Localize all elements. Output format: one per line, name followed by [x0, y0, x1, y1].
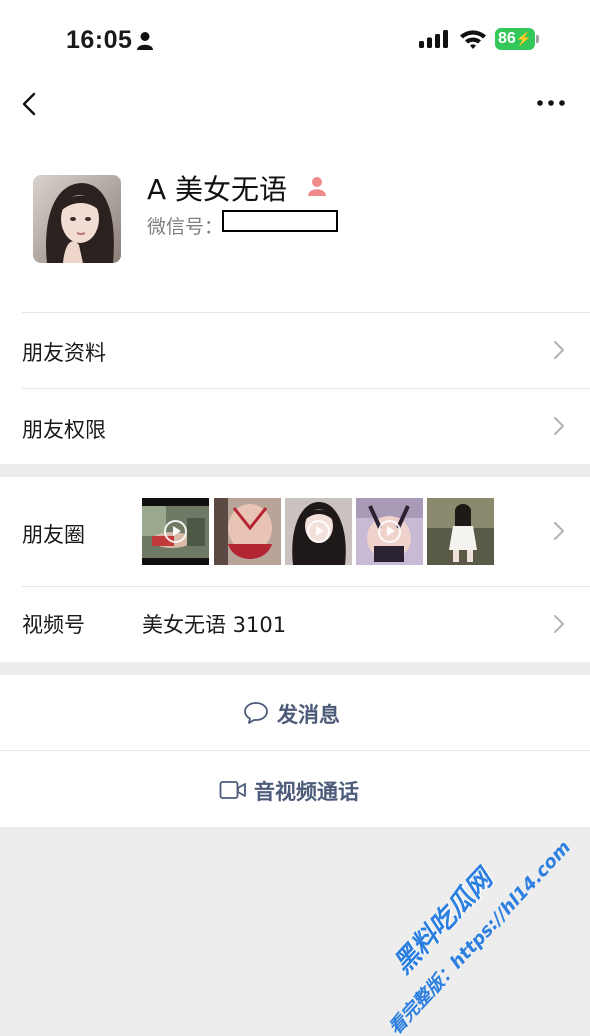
- avatar[interactable]: [33, 175, 121, 263]
- play-icon: [378, 520, 401, 543]
- nav-bar: [0, 80, 590, 140]
- friend-permissions-row[interactable]: 朋友权限: [0, 388, 590, 464]
- chevron-right-icon: [554, 417, 564, 435]
- contact-badge-icon: [308, 177, 326, 196]
- channels-label: 视频号: [22, 613, 85, 637]
- wechat-id-redacted: [222, 210, 338, 232]
- more-icon[interactable]: [536, 98, 566, 108]
- profile-header: A 美女无语 微信号：: [0, 140, 590, 312]
- moments-thumbnails: [142, 498, 502, 565]
- send-message-button[interactable]: 发消息: [0, 675, 590, 750]
- video-call-label: 音视频通话: [254, 780, 359, 804]
- chevron-right-icon: [554, 522, 564, 540]
- chevron-right-icon: [554, 341, 564, 359]
- moments-thumbnail: [427, 498, 494, 565]
- watermark-title: 黑料吃瓜网: [388, 864, 499, 980]
- watermark-url: 看完整版：https://hl14.com: [384, 836, 576, 1036]
- cellular-signal-icon: [419, 30, 448, 48]
- channels-row[interactable]: 视频号 美女无语 3101: [0, 586, 590, 662]
- moments-row[interactable]: 朋友圈: [0, 477, 590, 586]
- moments-thumbnail: [142, 498, 209, 565]
- battery-level: 86: [498, 30, 516, 47]
- watermark: 黑料吃瓜网 看完整版：https://hl14.com: [363, 794, 590, 1036]
- charging-bolt-icon: ⚡: [515, 31, 532, 46]
- battery-indicator: 86⚡: [495, 28, 539, 50]
- video-camera-icon: [219, 781, 246, 799]
- friend-profile-row[interactable]: 朋友资料: [0, 312, 590, 388]
- chevron-right-icon: [554, 615, 564, 633]
- status-time: 16:05: [66, 26, 133, 54]
- play-icon: [307, 520, 330, 543]
- moments-thumbnail: [356, 498, 423, 565]
- profile-name: A 美女无语: [147, 173, 288, 206]
- wifi-icon: [460, 30, 486, 49]
- channels-value: 美女无语 3101: [142, 613, 287, 637]
- moments-label: 朋友圈: [22, 523, 85, 547]
- video-call-button[interactable]: 音视频通话: [0, 750, 590, 827]
- person-icon: [137, 32, 153, 50]
- status-bar: 16:05 86⚡: [0, 0, 590, 80]
- friend-profile-label: 朋友资料: [22, 341, 106, 365]
- back-icon[interactable]: [18, 90, 42, 120]
- wechat-id-label: 微信号：: [147, 216, 224, 238]
- play-icon: [164, 520, 187, 543]
- send-message-label: 发消息: [277, 703, 340, 727]
- message-icon: [244, 702, 268, 724]
- moments-thumbnail: [214, 498, 281, 565]
- friend-permissions-label: 朋友权限: [22, 418, 106, 442]
- moments-thumbnail: [285, 498, 352, 565]
